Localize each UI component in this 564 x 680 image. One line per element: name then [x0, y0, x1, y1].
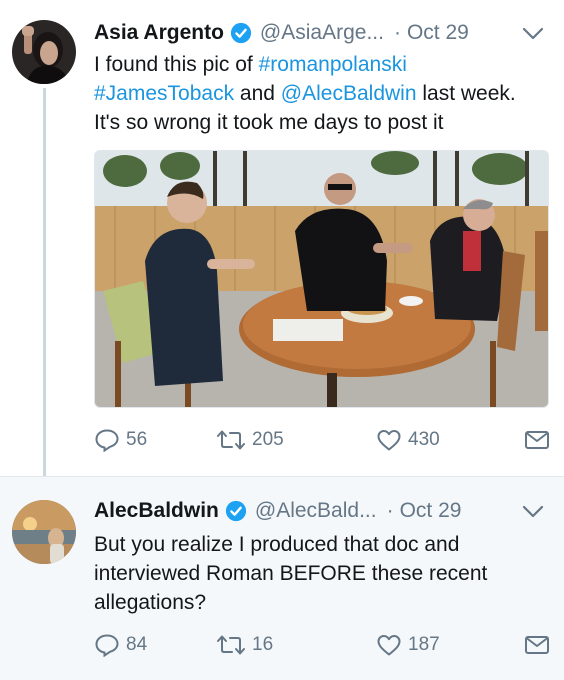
text-line: interviewed Roman BEFORE these recent	[94, 562, 488, 585]
text-segment: and	[234, 82, 281, 105]
reply-icon	[95, 429, 119, 452]
reply-button[interactable]: 56	[94, 425, 147, 455]
verified-badge-icon	[225, 500, 246, 522]
display-name[interactable]: Asia Argento	[94, 21, 224, 45]
like-count: 187	[408, 634, 440, 655]
chevron-down-icon[interactable]	[522, 27, 544, 41]
tweet-asia-argento[interactable]: Asia Argento @AsiaArge... · Oct 29 I fou…	[0, 0, 564, 476]
message-button[interactable]	[524, 630, 556, 660]
thread-line	[43, 88, 46, 476]
handle[interactable]: @AsiaArge...	[260, 21, 384, 45]
tweet-header: AlecBaldwin @AlecBald... · Oct 29	[94, 496, 461, 526]
text-segment: last week.	[416, 82, 516, 105]
retweet-button[interactable]: 16	[216, 630, 273, 660]
profile-photo-icon	[12, 500, 76, 564]
text-segment: I found this pic of	[94, 53, 259, 76]
separator-dot: ·	[386, 499, 394, 522]
reply-icon	[95, 634, 119, 657]
retweet-count: 205	[252, 429, 284, 450]
handle[interactable]: @AlecBald...	[255, 499, 377, 523]
text-line: It's so wrong it took me days to post it	[94, 111, 444, 134]
tweet-text: But you realize I produced that doc and …	[94, 530, 544, 617]
like-button[interactable]: 430	[376, 425, 440, 455]
display-name[interactable]: AlecBaldwin	[94, 499, 219, 523]
heart-icon	[377, 635, 401, 656]
timestamp[interactable]: Oct 29	[400, 499, 462, 523]
timestamp[interactable]: Oct 29	[407, 21, 469, 45]
tweet-text: I found this pic of #romanpolanski #Jame…	[94, 50, 544, 137]
mention-link[interactable]: @AlecBaldwin	[281, 82, 417, 105]
reply-count: 84	[126, 634, 148, 655]
like-button[interactable]: 187	[376, 630, 440, 660]
verified-badge-icon	[230, 22, 252, 44]
tweet-header: Asia Argento @AsiaArge... · Oct 29	[94, 18, 469, 48]
avatar[interactable]	[12, 20, 76, 84]
chevron-down-icon[interactable]	[522, 505, 544, 519]
retweet-button[interactable]: 205	[216, 425, 284, 455]
retweet-count: 16	[252, 634, 274, 655]
envelope-icon	[525, 636, 549, 654]
heart-icon	[377, 430, 401, 451]
reply-count: 56	[126, 429, 148, 450]
separator-dot: ·	[393, 21, 401, 44]
photo-icon	[95, 151, 548, 407]
text-line: But you realize I produced that doc and	[94, 533, 460, 556]
retweet-icon	[217, 635, 245, 655]
avatar[interactable]	[12, 500, 76, 564]
hashtag-link[interactable]: #romanpolanski	[259, 53, 407, 76]
hashtag-link[interactable]: #JamesToback	[94, 82, 234, 105]
tweet-actions: 84 16 187	[94, 630, 554, 660]
profile-photo-icon	[12, 20, 76, 84]
message-button[interactable]	[524, 425, 556, 455]
like-count: 430	[408, 429, 440, 450]
retweet-icon	[217, 430, 245, 450]
envelope-icon	[525, 431, 549, 449]
text-line: allegations?	[94, 591, 207, 614]
tweet-photo[interactable]	[94, 150, 549, 408]
tweet-actions: 56 205 430	[94, 425, 554, 455]
reply-button[interactable]: 84	[94, 630, 147, 660]
